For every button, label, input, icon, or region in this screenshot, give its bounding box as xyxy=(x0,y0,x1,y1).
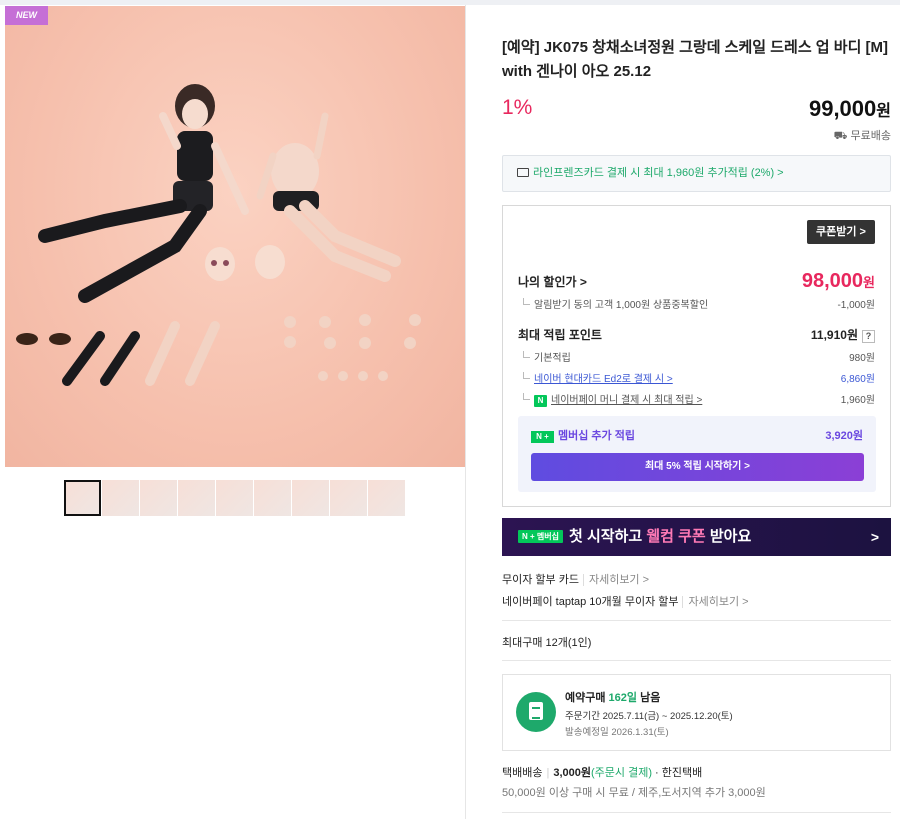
installment-card-row: 무이자 할부 카드 자세히보기 > xyxy=(502,571,650,587)
coupon-button[interactable]: 쿠폰받기 > xyxy=(807,220,875,244)
main-product-image[interactable]: NEW xyxy=(5,6,465,467)
max-points-value-wrap: 11,910원? xyxy=(811,326,875,343)
thumbnail[interactable] xyxy=(102,480,139,516)
ship-date: 발송예정일 2026.1.31(토) xyxy=(565,727,669,738)
benefit-box: 쿠폰받기 > 나의 할인가 > 98,000원 알림받기 동의 고객 1,000… xyxy=(502,205,891,507)
free-shipping-label: 무료배송 xyxy=(850,130,891,142)
thumbnail[interactable] xyxy=(254,480,291,516)
thumbnail[interactable] xyxy=(64,480,101,516)
delivery-condition: 50,000원 이상 구매 시 무료 / 제주,도서지역 추가 3,000원 xyxy=(502,787,766,799)
thumbnail[interactable] xyxy=(330,480,367,516)
order-period: 주문기간 2025.7.11(금) ~ 2025.12.20(토) xyxy=(565,711,733,722)
membership-start-button[interactable]: 최대 5% 적립 시작하기 > xyxy=(531,453,864,481)
membership-row: N + 멤버십 추가 적립 3,920원 xyxy=(531,427,863,443)
divider xyxy=(502,660,891,661)
truck-icon: ⛟ xyxy=(833,130,851,142)
product-price: 99,000원 xyxy=(809,96,891,122)
thumbnail[interactable] xyxy=(140,480,177,516)
product-title: [예약] JK075 창채소녀정원 그랑데 스케일 드레스 업 바디 [M] w… xyxy=(502,39,889,80)
divider xyxy=(502,812,891,813)
basic-points-value: 980원 xyxy=(849,353,875,364)
hyundai-card-wrap: 네이버 현대카드 Ed2로 결제 시 > xyxy=(518,370,673,385)
thumbnail[interactable] xyxy=(368,480,405,516)
product-photo-figure xyxy=(16,84,421,386)
membership-label-wrap: N + 멤버십 추가 적립 xyxy=(531,427,635,443)
preorder-days: 162일 xyxy=(608,692,638,704)
my-discount-row: 나의 할인가 > 98,000원 xyxy=(518,270,875,293)
hyundai-card-row: 네이버 현대카드 Ed2로 결제 시 > 6,860원 xyxy=(518,370,875,385)
thumbnail[interactable] xyxy=(216,480,253,516)
max-points-value: 11,910원 xyxy=(810,328,858,342)
npay-money-value: 1,960원 xyxy=(840,395,875,406)
card-promo-text: 라인프렌즈카드 결제 시 최대 1,960원 추가적립 (2%) > xyxy=(533,167,784,179)
preorder-title: 예약구매 162일 남음 xyxy=(565,689,660,705)
price-value: 99,000 xyxy=(808,96,877,121)
delivery-type: 택배배송 xyxy=(502,767,543,779)
npay-installment-more[interactable]: 자세히보기 > xyxy=(682,596,749,608)
npay-money-wrap: N 네이버페이 머니 결제 시 최대 적립 > xyxy=(518,391,702,407)
free-shipping: ⛟ 무료배송 xyxy=(834,127,891,144)
npay-icon: N xyxy=(534,395,547,407)
my-discount-price: 98,000원 xyxy=(802,270,875,293)
delivery-sep: | xyxy=(546,767,550,779)
divider xyxy=(502,620,891,621)
delivery-fee-note: (주문시 결제) xyxy=(591,767,652,779)
credit-card-icon xyxy=(517,168,529,177)
chevron-right-icon: > xyxy=(870,529,879,545)
max-points-label: 최대 적립 포인트 xyxy=(518,328,602,342)
hyundai-card-link[interactable]: 네이버 현대카드 Ed2로 결제 시 > xyxy=(534,374,673,385)
installment-card-label: 무이자 할부 카드 xyxy=(502,574,579,586)
alert-discount-value: -1,000원 xyxy=(837,300,875,311)
banner-text-before: 첫 시작하고 xyxy=(568,528,647,545)
alert-discount-row: 알림받기 동의 고객 1,000원 상품중복할인 -1,000원 xyxy=(518,296,875,311)
npay-installment-label: 네이버페이 taptap 10개월 무이자 할부 xyxy=(502,596,679,608)
help-icon[interactable]: ? xyxy=(862,330,875,343)
basic-points-label: 기본적립 xyxy=(518,349,571,364)
thumbnail[interactable] xyxy=(292,480,329,516)
max-points-row: 최대 적립 포인트 11,910원? xyxy=(518,326,875,343)
product-gallery: NEW xyxy=(0,5,466,819)
delivery-carrier: · 한진택배 xyxy=(655,767,703,779)
membership-box: N + 멤버십 추가 적립 3,920원 최대 5% 적립 시작하기 > xyxy=(518,416,876,492)
membership-label: 멤버십 추가 적립 xyxy=(558,430,635,442)
card-promo-link[interactable]: 라인프렌즈카드 결제 시 최대 1,960원 추가적립 (2%) > xyxy=(502,155,891,192)
preorder-title-prefix: 예약구매 xyxy=(565,692,609,704)
clipboard-icon xyxy=(516,692,556,732)
naver-plus-icon: N + xyxy=(531,431,554,443)
banner-text-after: 받아요 xyxy=(705,528,752,545)
naver-membership-icon: N + 멤버십 xyxy=(518,530,563,543)
delivery-row: 택배배송 | 3,000원(주문시 결제) · 한진택배 xyxy=(502,764,702,780)
my-discount-link[interactable]: 나의 할인가 > xyxy=(518,273,587,290)
npay-money-row: N 네이버페이 머니 결제 시 최대 적립 > 1,960원 xyxy=(518,391,875,407)
delivery-fee: 3,000원 xyxy=(553,767,591,779)
npay-money-link[interactable]: 네이버페이 머니 결제 시 최대 적립 > xyxy=(551,395,702,406)
hyundai-card-value: 6,860원 xyxy=(840,374,875,385)
membership-banner[interactable]: N + 멤버십 첫 시작하고 웰컴 쿠폰 받아요 > xyxy=(502,518,891,556)
alert-discount-label: 알림받기 동의 고객 1,000원 상품중복할인 xyxy=(518,296,708,311)
my-discount-value: 98,000 xyxy=(801,270,864,292)
my-discount-unit: 원 xyxy=(863,275,875,290)
preorder-title-suffix: 남음 xyxy=(637,692,661,704)
thumbnail[interactable] xyxy=(178,480,215,516)
max-purchase: 최대구매 12개(1인) xyxy=(502,637,592,649)
preorder-box: 예약구매 162일 남음 주문기간 2025.7.11(금) ~ 2025.12… xyxy=(502,674,891,751)
discount-rate: 1% xyxy=(502,96,533,119)
price-unit: 원 xyxy=(876,103,891,120)
basic-points-row: 기본적립 980원 xyxy=(518,349,875,364)
membership-value: 3,920원 xyxy=(825,430,863,442)
banner-highlight: 웰컴 쿠폰 xyxy=(646,528,706,545)
new-badge: NEW xyxy=(5,6,48,25)
installment-card-more[interactable]: 자세히보기 > xyxy=(582,574,650,586)
npay-installment-row: 네이버페이 taptap 10개월 무이자 할부 자세히보기 > xyxy=(502,593,749,609)
thumbnail-strip xyxy=(64,480,405,518)
